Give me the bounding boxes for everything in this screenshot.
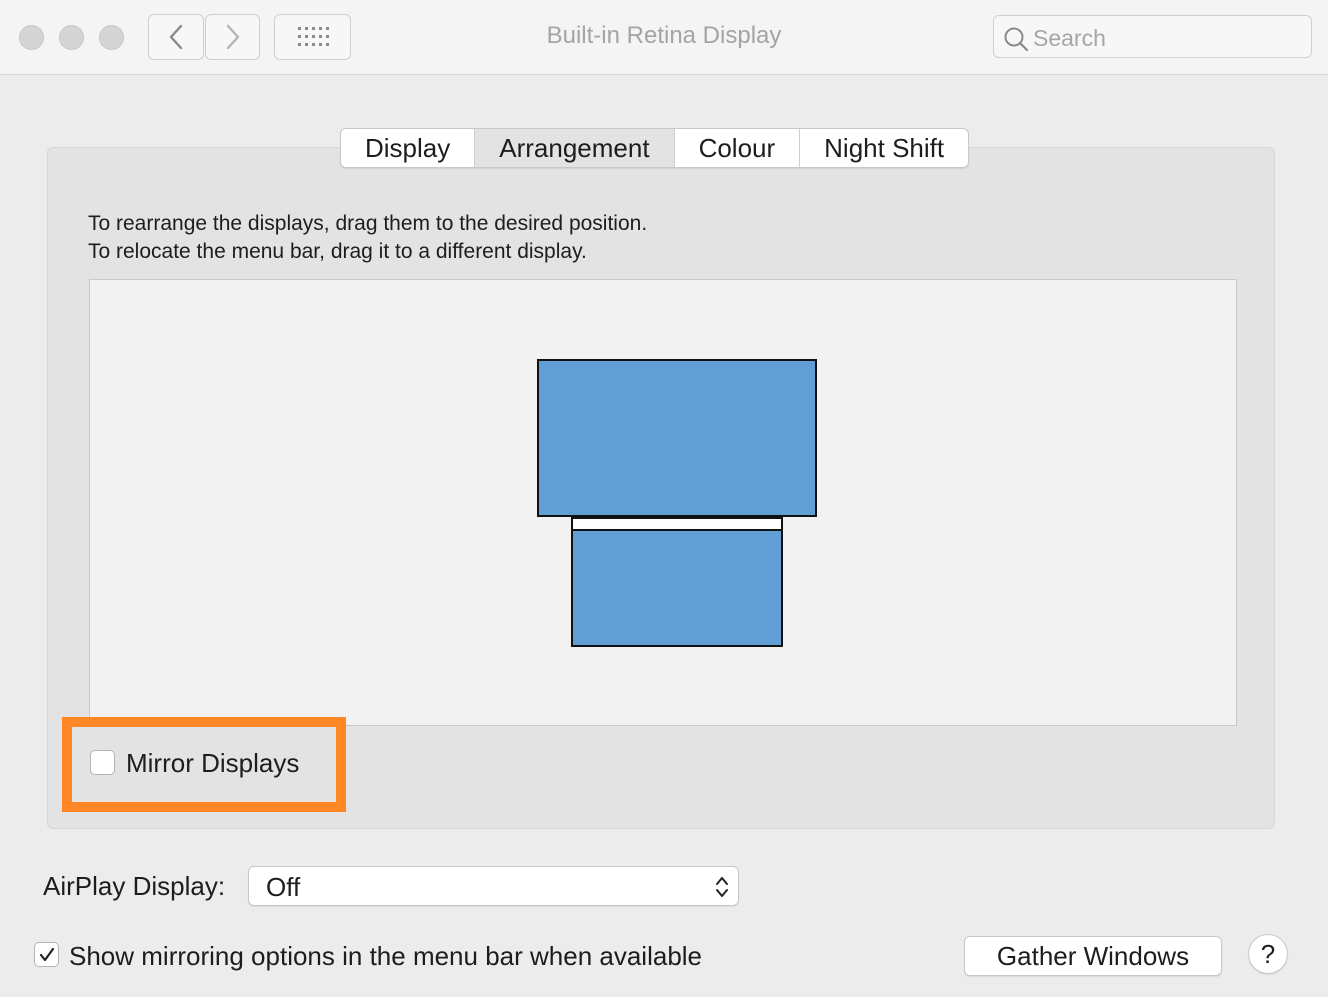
tab-arrangement[interactable]: Arrangement <box>475 129 675 167</box>
instruction-text-2: To relocate the menu bar, drag it to a d… <box>88 240 587 263</box>
show-mirroring-checkbox[interactable] <box>34 942 59 967</box>
airplay-display-label: AirPlay Display: <box>43 871 226 901</box>
title-bar: Built-in Retina Display <box>0 0 1328 75</box>
show-mirroring-label: Show mirroring options in the menu bar w… <box>69 941 703 971</box>
checkmark-icon <box>39 947 54 961</box>
tab-display[interactable]: Display <box>341 129 476 167</box>
external-display[interactable] <box>537 359 817 517</box>
instruction-text-1: To rearrange the displays, drag them to … <box>88 212 648 235</box>
mirror-displays-label: Mirror Displays <box>126 748 300 778</box>
built-in-display[interactable] <box>571 529 783 647</box>
help-button[interactable]: ? <box>1248 934 1288 974</box>
tab-night-shift[interactable]: Night Shift <box>800 129 968 167</box>
gather-windows-button[interactable]: Gather Windows <box>964 936 1222 976</box>
search-input[interactable] <box>1031 22 1305 54</box>
airplay-display-value: Off <box>266 872 301 902</box>
mirror-displays-checkbox[interactable] <box>90 750 115 775</box>
tab-bar: Display Arrangement Colour Night Shift <box>340 128 970 168</box>
airplay-display-select[interactable]: Off <box>248 866 739 906</box>
updown-chevron-icon <box>716 877 728 897</box>
tab-colour[interactable]: Colour <box>675 129 801 167</box>
display-arrangement-area <box>89 279 1237 726</box>
search-icon <box>1004 27 1029 52</box>
search-field[interactable] <box>993 15 1312 58</box>
